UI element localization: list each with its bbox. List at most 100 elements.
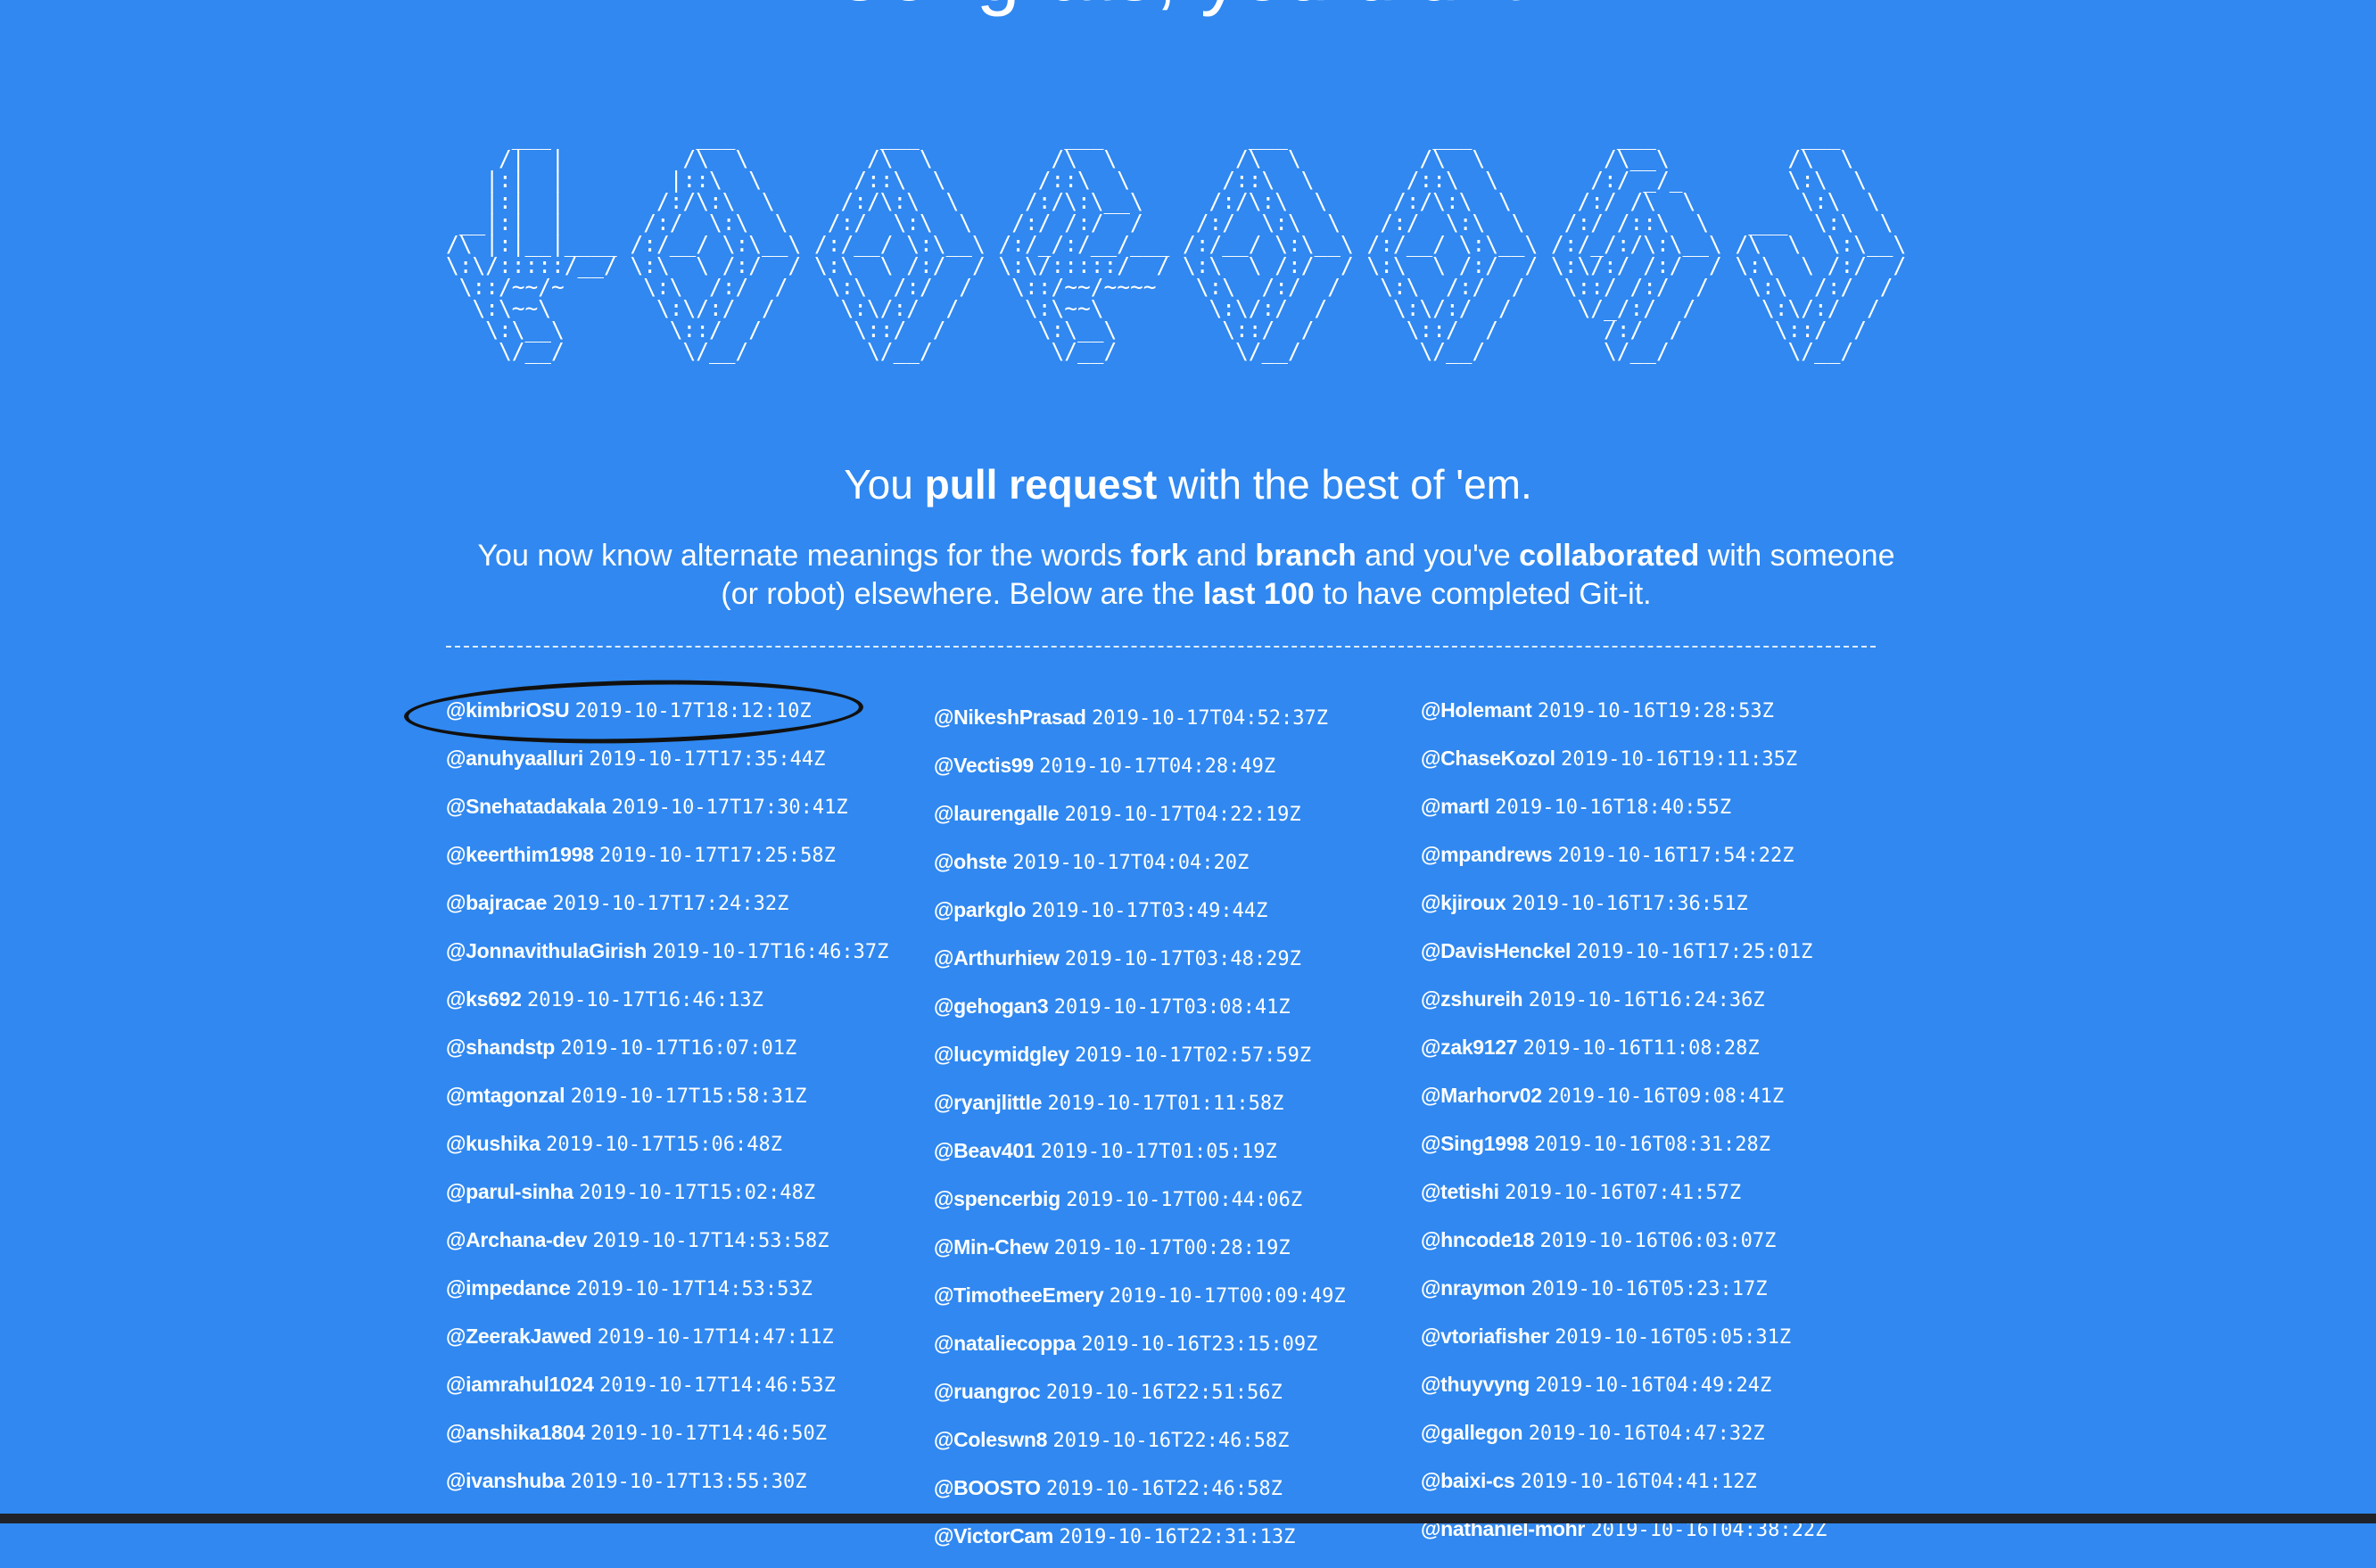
username-link[interactable]: @Sing1998 (1421, 1132, 1529, 1155)
completion-timestamp: 2019-10-16T17:36:51Z (1511, 893, 1748, 915)
completion-timestamp: 2019-10-16T04:41:12Z (1520, 1471, 1757, 1493)
username-link[interactable]: @TimotheeEmery (934, 1283, 1104, 1307)
username-link[interactable]: @bajracae (446, 891, 547, 914)
username-link[interactable]: @nataliecoppa (934, 1332, 1076, 1355)
username-link[interactable]: @Coleswn8 (934, 1428, 1047, 1451)
username-link[interactable]: @Min-Chew (934, 1235, 1049, 1259)
username-link[interactable]: @gehogan3 (934, 994, 1049, 1018)
username-link[interactable]: @Arthurhiew (934, 946, 1060, 970)
username-link[interactable]: @JonnavithulaGirish (446, 939, 647, 962)
completion-entry: @kushika 2019-10-17T15:06:48Z (446, 1127, 910, 1161)
completion-entry: @DavisHenckel 2019-10-16T17:25:01Z (1421, 935, 1885, 969)
username-link[interactable]: @DavisHenckel (1421, 939, 1571, 962)
completions-column-1: @kimbriOSU 2019-10-17T18:12:10Z @anuhyaal… (446, 694, 910, 1513)
username-link[interactable]: @Marhorv02 (1421, 1084, 1542, 1107)
username-link[interactable]: @Holemant (1421, 698, 1532, 722)
completion-entry: @thuyvyng 2019-10-16T04:49:24Z (1421, 1368, 1885, 1402)
username-link[interactable]: @ChaseKozol (1421, 747, 1555, 770)
username-link[interactable]: @ruangroc (934, 1380, 1041, 1403)
completion-timestamp: 2019-10-17T01:11:58Z (1047, 1093, 1284, 1115)
dashed-divider (446, 646, 1876, 648)
window-bottom-edge (0, 1514, 2376, 1523)
completion-entry: @vtoriafisher 2019-10-16T05:05:31Z (1421, 1320, 1885, 1354)
username-link[interactable]: @VictorCam (934, 1524, 1053, 1547)
username-link[interactable]: @Beav401 (934, 1139, 1035, 1162)
username-link[interactable]: @kjiroux (1421, 891, 1506, 914)
completion-timestamp: 2019-10-17T17:25:58Z (598, 845, 836, 867)
username-link[interactable]: @ryanjlittle (934, 1091, 1042, 1114)
username-link[interactable]: @NikeshPrasad (934, 706, 1086, 729)
username-link[interactable]: @ks692 (446, 987, 522, 1011)
username-link[interactable]: @mpandrews (1421, 843, 1553, 866)
completion-entry: @Min-Chew 2019-10-17T00:28:19Z (934, 1231, 1398, 1265)
desc-text-5: to have completed Git-it. (1314, 577, 1652, 611)
completion-entry: @Beav401 2019-10-17T01:05:19Z (934, 1135, 1398, 1168)
username-link[interactable]: @tetishi (1421, 1180, 1499, 1203)
username-link[interactable]: @martl (1421, 795, 1489, 818)
username-link[interactable]: @laurengalle (934, 802, 1060, 825)
completion-entry: @zak9127 2019-10-16T11:08:28Z (1421, 1031, 1885, 1065)
username-link[interactable]: @shandstp (446, 1036, 555, 1059)
username-link[interactable]: @anuhyaalluri (446, 747, 583, 770)
username-link[interactable]: @Archana-dev (446, 1228, 587, 1251)
completion-timestamp: 2019-10-16T22:51:56Z (1045, 1382, 1283, 1404)
completion-timestamp: 2019-10-16T22:31:13Z (1059, 1526, 1296, 1548)
username-link[interactable]: @parul-sinha (446, 1180, 573, 1203)
username-link[interactable]: @mtagonzal (446, 1084, 565, 1107)
completion-timestamp: 2019-10-17T17:30:41Z (611, 796, 848, 819)
username-link[interactable]: @Vectis99 (934, 754, 1034, 777)
desc-text-2: and (1187, 539, 1256, 573)
username-link[interactable]: @baixi-cs (1421, 1469, 1515, 1492)
completion-entry: @ks692 2019-10-17T16:46:13Z (446, 983, 910, 1017)
completion-entry: @mpandrews 2019-10-16T17:54:22Z (1421, 838, 1885, 872)
completion-timestamp: 2019-10-17T16:46:13Z (526, 989, 763, 1011)
completion-timestamp: 2019-10-17T04:52:37Z (1092, 707, 1328, 730)
username-link[interactable]: @gallegon (1421, 1421, 1523, 1444)
username-link[interactable]: @nraymon (1421, 1276, 1525, 1300)
completion-timestamp: 2019-10-16T04:47:32Z (1528, 1423, 1765, 1445)
completion-entry: @Marhorv02 2019-10-16T09:08:41Z (1421, 1079, 1885, 1113)
tagline-bold: pull request (924, 461, 1158, 508)
username-link[interactable]: @hncode18 (1421, 1228, 1534, 1251)
username-link[interactable]: @vtoriafisher (1421, 1325, 1549, 1348)
ascii-art-line: \/__/ \/__/ \/__/ \/__/ \/__/ \/__/ \/__… (446, 338, 1907, 364)
username-link[interactable]: @ohste (934, 850, 1007, 873)
completion-entry: @TimotheeEmery 2019-10-17T00:09:49Z (934, 1279, 1398, 1313)
completions-column-3: @Holemant 2019-10-16T19:28:53Z @ChaseKozo… (1421, 694, 1885, 1561)
completion-timestamp: 2019-10-17T00:28:19Z (1053, 1237, 1291, 1259)
completion-entry: @zshureih 2019-10-16T16:24:36Z (1421, 983, 1885, 1017)
username-link[interactable]: @ZeerakJawed (446, 1325, 592, 1348)
username-link[interactable]: @iamrahul1024 (446, 1373, 594, 1396)
username-link[interactable]: @BOOSTO (934, 1476, 1041, 1499)
completion-timestamp: 2019-10-17T13:55:30Z (570, 1471, 807, 1493)
completion-timestamp: 2019-10-17T04:28:49Z (1039, 755, 1276, 778)
username-link[interactable]: @keerthim1998 (446, 843, 594, 866)
username-link[interactable]: @parkglo (934, 898, 1026, 921)
completion-entry: @anuhyaalluri 2019-10-17T17:35:44Z (446, 742, 910, 776)
username-link[interactable]: @anshika1804 (446, 1421, 585, 1444)
username-link[interactable]: @spencerbig (934, 1187, 1060, 1210)
completion-entry: @ryanjlittle 2019-10-17T01:11:58Z (934, 1086, 1398, 1120)
completion-timestamp: 2019-10-16T22:46:58Z (1045, 1478, 1283, 1500)
username-link[interactable]: @zshureih (1421, 987, 1523, 1011)
completion-timestamp: 2019-10-16T23:15:09Z (1081, 1333, 1318, 1356)
completion-timestamp: 2019-10-17T04:04:20Z (1012, 852, 1250, 874)
completion-entry: @martl 2019-10-16T18:40:55Z (1421, 790, 1885, 824)
completion-entry: @anshika1804 2019-10-17T14:46:50Z (446, 1416, 910, 1450)
completion-entry: @ivanshuba 2019-10-17T13:55:30Z (446, 1465, 910, 1498)
completion-timestamp: 2019-10-17T04:22:19Z (1064, 804, 1301, 826)
username-link[interactable]: @zak9127 (1421, 1036, 1518, 1059)
username-link[interactable]: @kushika (446, 1132, 540, 1155)
completion-timestamp: 2019-10-17T02:57:59Z (1075, 1044, 1312, 1067)
completion-entry: @BOOSTO 2019-10-16T22:46:58Z (934, 1472, 1398, 1506)
username-link[interactable]: @Snehatadakala (446, 795, 606, 818)
completion-entry: @nraymon 2019-10-16T05:23:17Z (1421, 1272, 1885, 1306)
completion-timestamp: 2019-10-17T17:35:44Z (589, 748, 826, 771)
username-link[interactable]: @ivanshuba (446, 1469, 565, 1492)
username-link[interactable]: @lucymidgley (934, 1043, 1069, 1066)
username-link[interactable]: @impedance (446, 1276, 571, 1300)
username-link[interactable]: @thuyvyng (1421, 1373, 1530, 1396)
tagline-post: with the best of 'em. (1157, 461, 1532, 508)
completion-entry: @ohste 2019-10-17T04:04:20Z (934, 846, 1398, 879)
desc-bold-collaborated: collaborated (1519, 539, 1700, 573)
